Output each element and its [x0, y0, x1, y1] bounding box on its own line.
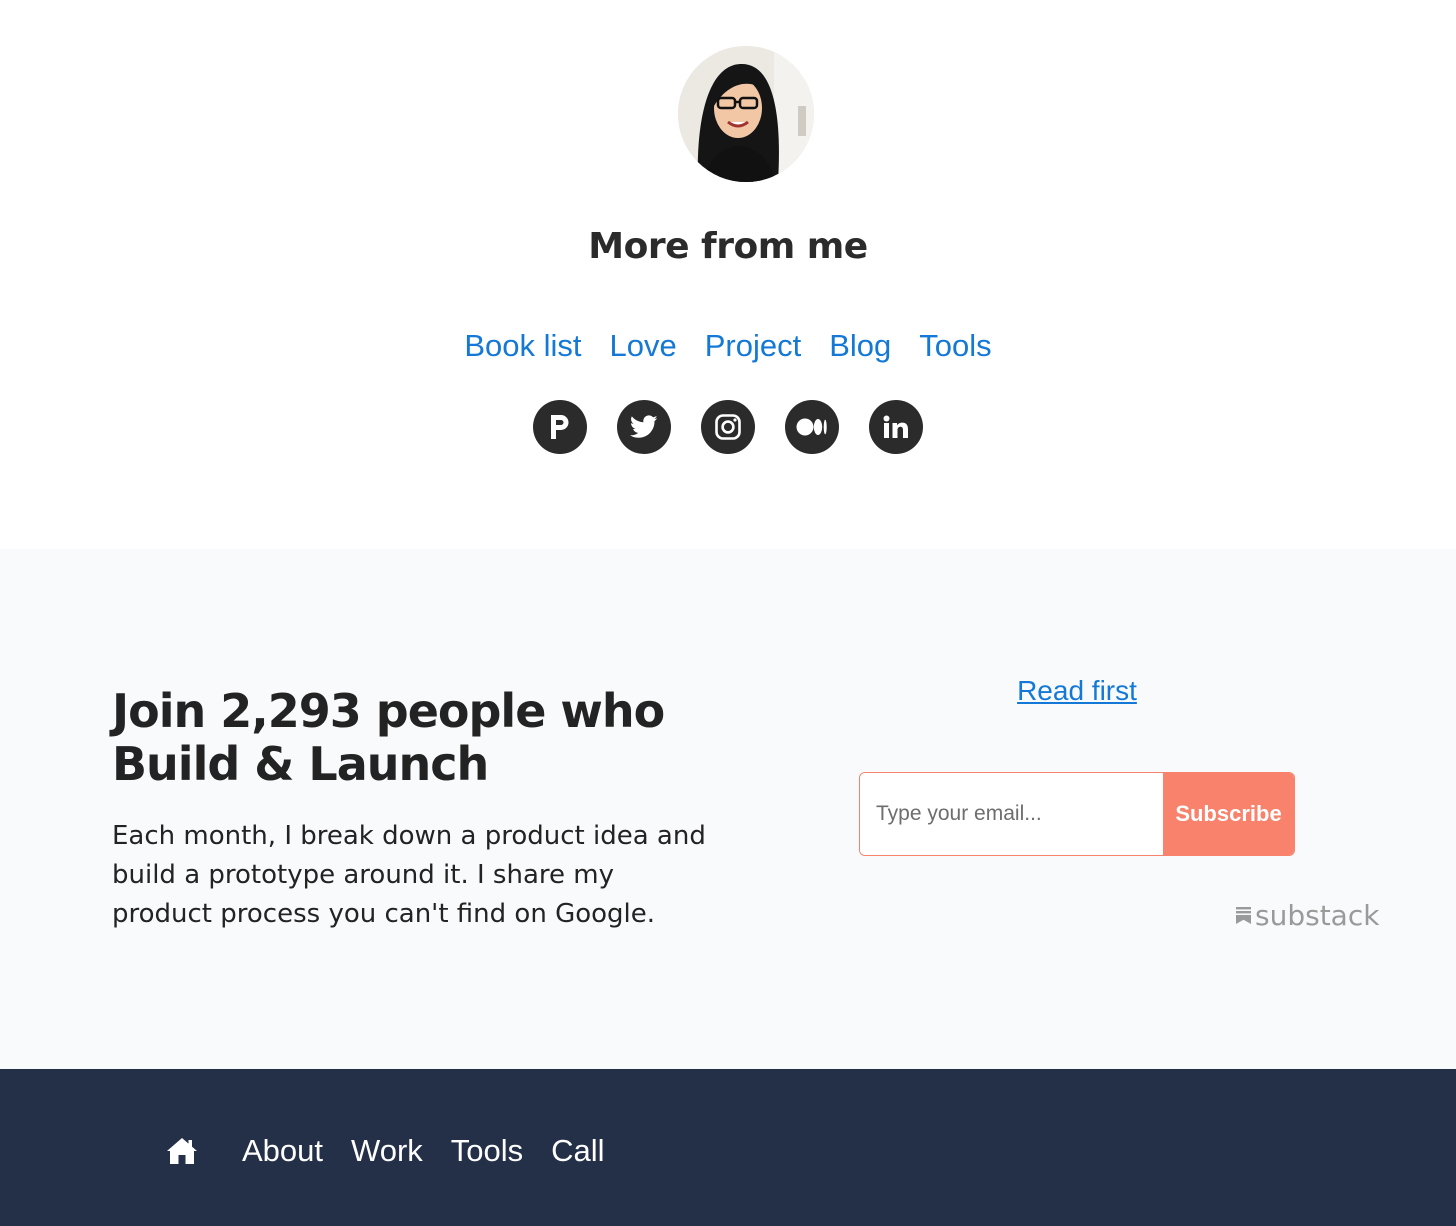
social-links	[0, 400, 1456, 454]
read-first-link[interactable]: Read first	[1017, 675, 1137, 706]
substack-wordmark: substack	[1255, 899, 1380, 932]
more-from-me-section: More from me Book list Love Project Blog…	[0, 0, 1456, 549]
substack-icon	[1236, 907, 1251, 924]
link-project[interactable]: Project	[705, 328, 801, 364]
substack-logo[interactable]: substack	[1236, 899, 1379, 932]
footer-link-work[interactable]: Work	[351, 1133, 423, 1169]
twitter-icon[interactable]	[617, 400, 671, 454]
more-from-me-heading: More from me	[588, 226, 868, 267]
read-first-container: Read first	[858, 675, 1296, 707]
link-blog[interactable]: Blog	[829, 328, 891, 364]
subscribe-button[interactable]: Subscribe	[1163, 773, 1294, 855]
producthunt-icon[interactable]	[533, 400, 587, 454]
avatar	[678, 46, 814, 182]
footer-link-tools[interactable]: Tools	[451, 1133, 523, 1169]
instagram-icon[interactable]	[701, 400, 755, 454]
link-love[interactable]: Love	[610, 328, 677, 364]
subscribe-heading: Join 2,293 people who Build & Launch	[112, 684, 665, 791]
avatar-image	[678, 46, 814, 182]
home-icon[interactable]	[166, 1136, 198, 1166]
subscribe-form: Subscribe	[859, 772, 1295, 856]
footer-link-call[interactable]: Call	[551, 1133, 604, 1169]
subscribe-description: Each month, I break down a product idea …	[112, 821, 706, 929]
linkedin-icon[interactable]	[869, 400, 923, 454]
subscribe-section: Join 2,293 people who Build & Launch Eac…	[0, 549, 1456, 1069]
email-input[interactable]	[860, 773, 1163, 855]
link-tools[interactable]: Tools	[919, 328, 991, 364]
link-book-list[interactable]: Book list	[464, 328, 581, 364]
footer-nav: About Work Tools Call	[166, 1133, 633, 1169]
more-links: Book list Love Project Blog Tools	[0, 328, 1456, 364]
footer-link-about[interactable]: About	[242, 1133, 323, 1169]
footer: About Work Tools Call	[0, 1069, 1456, 1226]
medium-icon[interactable]	[785, 400, 839, 454]
